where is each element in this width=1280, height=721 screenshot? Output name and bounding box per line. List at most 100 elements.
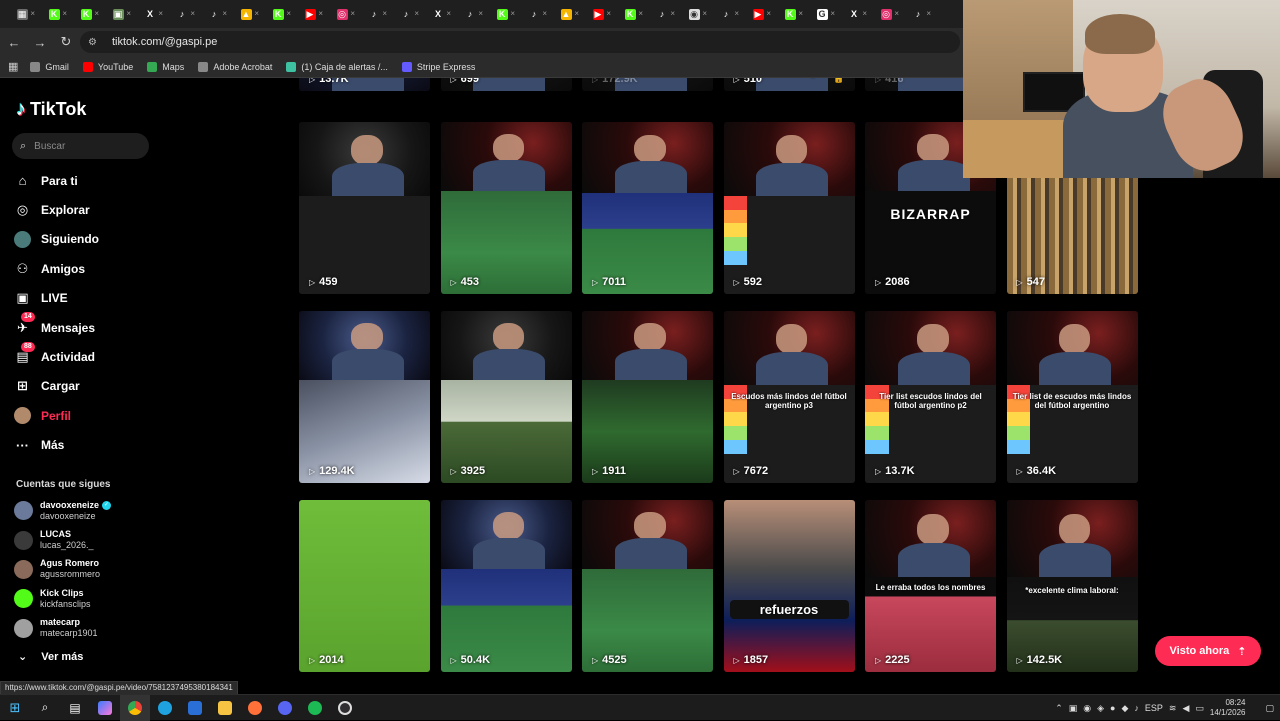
close-tab-icon[interactable]: × [510, 9, 515, 18]
close-tab-icon[interactable]: × [382, 9, 387, 18]
video-card[interactable]: ▷129.4K [299, 311, 430, 483]
video-card[interactable]: ▷2014 [299, 500, 430, 672]
close-tab-icon[interactable]: × [414, 9, 419, 18]
sidebar-item-5[interactable]: ✈14Mensajes [14, 313, 99, 342]
video-card[interactable]: ▷459 [299, 122, 430, 294]
close-tab-icon[interactable]: × [446, 9, 451, 18]
video-card[interactable]: Le erraba todos los nombres▷2225 [865, 500, 996, 672]
browser-tab[interactable]: X× [422, 0, 454, 28]
browser-tab[interactable]: ♪× [902, 0, 934, 28]
browser-tab[interactable]: K× [262, 0, 294, 28]
following-account[interactable]: LUCASlucas_2026._ [14, 525, 111, 554]
browser-tab[interactable]: K× [486, 0, 518, 28]
close-tab-icon[interactable]: × [638, 9, 643, 18]
tray-network-icon[interactable]: ▣ [1069, 703, 1078, 714]
following-account[interactable]: Kick Clipskickfansclips [14, 584, 111, 613]
browser-tab[interactable]: ♪× [710, 0, 742, 28]
close-tab-icon[interactable]: × [606, 9, 611, 18]
browser-tab[interactable]: K× [38, 0, 70, 28]
store-icon[interactable] [180, 695, 210, 721]
browser-tab[interactable]: G× [806, 0, 838, 28]
apps-grid-icon[interactable]: ▦ [8, 60, 18, 73]
spotify-icon[interactable] [300, 695, 330, 721]
close-tab-icon[interactable]: × [190, 9, 195, 18]
video-card[interactable]: Tier list escudos lindos del fútbol arge… [865, 311, 996, 483]
close-tab-icon[interactable]: × [574, 9, 579, 18]
close-tab-icon[interactable]: × [926, 9, 931, 18]
tray-chevron-up-icon[interactable]: ⌃ [1055, 703, 1063, 714]
close-tab-icon[interactable]: × [734, 9, 739, 18]
forward-arrow-icon[interactable]: → [28, 30, 52, 54]
browser-tab[interactable]: ♪× [646, 0, 678, 28]
close-tab-icon[interactable]: × [318, 9, 323, 18]
close-tab-icon[interactable]: × [542, 9, 547, 18]
bookmark-item[interactable]: YouTube [83, 62, 133, 72]
close-tab-icon[interactable]: × [126, 9, 131, 18]
browser-tab[interactable]: X× [838, 0, 870, 28]
video-card[interactable]: ▷3925 [441, 311, 572, 483]
video-card[interactable]: ▷7011 [582, 122, 713, 294]
browser-tab[interactable]: ▶× [742, 0, 774, 28]
browser-tab[interactable]: X× [134, 0, 166, 28]
firefox-icon[interactable] [240, 695, 270, 721]
video-card[interactable]: *excelente clima laboral:▷142.5K [1007, 500, 1138, 672]
sidebar-item-7[interactable]: ⊞Cargar [14, 372, 99, 401]
task-view-icon[interactable]: ▤ [60, 695, 90, 721]
obs-icon[interactable] [330, 695, 360, 721]
sidebar-item-9[interactable]: ···Más [14, 431, 99, 460]
video-card[interactable]: ▷4525 [582, 500, 713, 672]
browser-tab[interactable]: ▦× [6, 0, 38, 28]
chrome-taskbar-icon[interactable] [120, 695, 150, 721]
browser-tab[interactable]: ♪× [166, 0, 198, 28]
video-card[interactable]: ▷50.4K [441, 500, 572, 672]
site-settings-icon[interactable]: ⚙ [88, 37, 102, 48]
taskbar-search-icon[interactable]: ⌕ [30, 695, 60, 721]
sidebar-item-4[interactable]: ▣LIVE [14, 284, 99, 313]
browser-tab[interactable]: ◉× [678, 0, 710, 28]
tray-app-icon[interactable]: ◉ [1083, 703, 1091, 714]
sidebar-item-8[interactable]: Perfil [14, 401, 99, 430]
notifications-icon[interactable]: ▢ [1265, 703, 1274, 714]
close-tab-icon[interactable]: × [702, 9, 707, 18]
browser-tab[interactable]: ▶× [294, 0, 326, 28]
browser-tab[interactable]: ▣× [102, 0, 134, 28]
windows-start-icon[interactable]: ⊞ [0, 695, 30, 721]
video-card[interactable]: ▷172.9K [582, 78, 713, 91]
video-card[interactable]: Escudos más lindos del fútbol argentino … [724, 311, 855, 483]
tray-app3-icon[interactable]: ● [1110, 703, 1115, 713]
tray-wifi-icon[interactable]: ≋ [1169, 703, 1177, 714]
address-bar[interactable]: ⚙ tiktok.com/@gaspi.pe [80, 31, 960, 53]
browser-tab[interactable]: ♪× [390, 0, 422, 28]
video-card[interactable]: Me dijiste mentiras y después decís Adió… [724, 78, 855, 91]
browser-tab[interactable]: ▲× [550, 0, 582, 28]
close-tab-icon[interactable]: × [62, 9, 67, 18]
browser-tab[interactable]: ◎× [326, 0, 358, 28]
tray-app2-icon[interactable]: ◈ [1097, 703, 1104, 714]
sidebar-item-6[interactable]: ▤88Actividad [14, 342, 99, 371]
bookmark-item[interactable]: Adobe Acrobat [198, 62, 272, 72]
close-tab-icon[interactable]: × [766, 9, 771, 18]
back-arrow-icon[interactable]: ← [2, 30, 26, 54]
close-tab-icon[interactable]: × [478, 9, 483, 18]
browser-tab[interactable]: ▶× [582, 0, 614, 28]
discord-icon[interactable] [270, 695, 300, 721]
close-tab-icon[interactable]: × [830, 9, 835, 18]
video-card[interactable]: ▷13.7K [299, 78, 430, 91]
close-tab-icon[interactable]: × [158, 9, 163, 18]
close-tab-icon[interactable]: × [894, 9, 899, 18]
video-card[interactable]: Tier list de escudos más lindos del fútb… [1007, 311, 1138, 483]
browser-tab[interactable]: ♪× [454, 0, 486, 28]
close-tab-icon[interactable]: × [94, 9, 99, 18]
tray-app4-icon[interactable]: ◆ [1121, 703, 1128, 714]
browser-tab[interactable]: ♪× [518, 0, 550, 28]
copilot-icon[interactable] [90, 695, 120, 721]
browser-tab[interactable]: K× [70, 0, 102, 28]
bookmark-item[interactable]: Stripe Express [402, 62, 476, 72]
video-card[interactable]: ...en contra de...▷699 [441, 78, 572, 91]
video-card[interactable]: ▷453 [441, 122, 572, 294]
tray-lang-label[interactable]: ESP [1145, 703, 1163, 713]
close-tab-icon[interactable]: × [798, 9, 803, 18]
close-tab-icon[interactable]: × [286, 9, 291, 18]
sidebar-item-2[interactable]: Siguiendo [14, 225, 99, 254]
visto-ahora-button[interactable]: Visto ahora ⇡ [1155, 636, 1261, 666]
